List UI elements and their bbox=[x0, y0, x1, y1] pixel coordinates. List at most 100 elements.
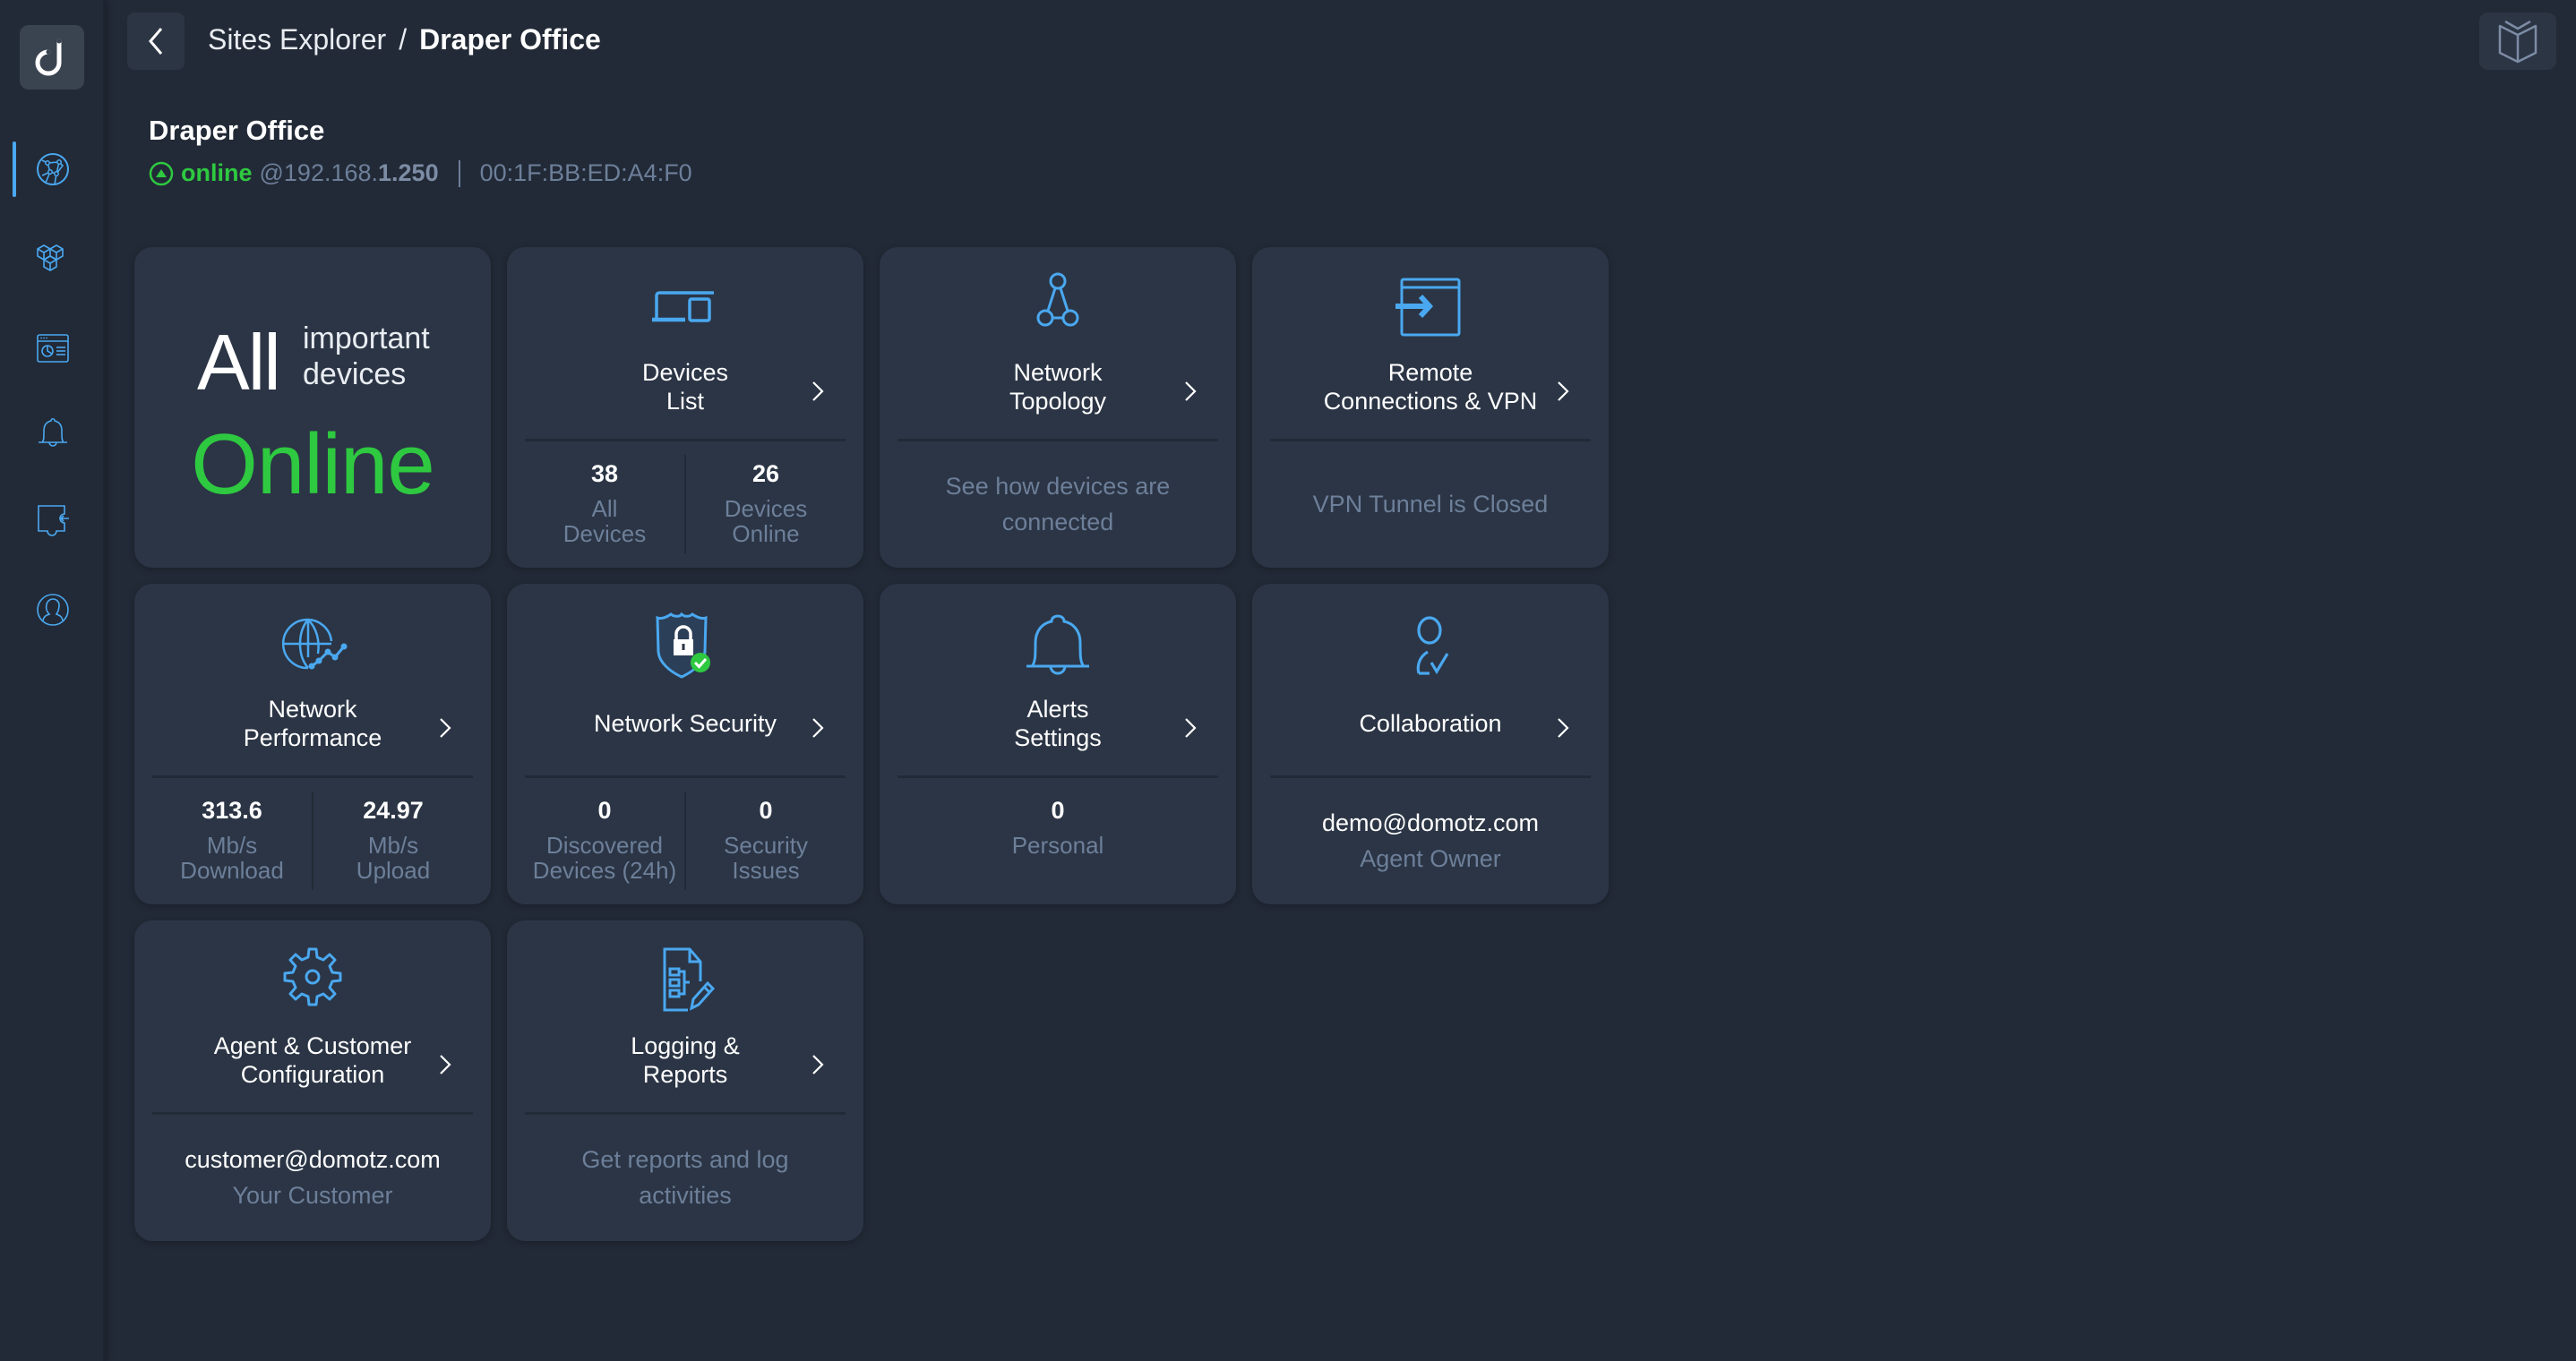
ip-prefix: @192.168. bbox=[259, 159, 379, 186]
user-account-icon bbox=[37, 594, 69, 626]
chevron-left-icon bbox=[149, 28, 163, 55]
card-title: Alerts Settings bbox=[1014, 696, 1102, 751]
customer-email: customer@domotz.com bbox=[185, 1146, 441, 1173]
card-title: Network Security bbox=[593, 710, 777, 737]
network-performance-card[interactable]: Network Performance 313.6 Mb/s Download … bbox=[134, 584, 491, 904]
chevron-right-icon bbox=[1558, 718, 1569, 738]
card-footer: VPN Tunnel is Closed bbox=[1270, 455, 1591, 553]
integration-plugin-icon bbox=[38, 505, 69, 536]
dashboard-report-icon bbox=[37, 334, 69, 363]
network-globe-icon bbox=[37, 153, 69, 185]
stat-label: Personal bbox=[1011, 832, 1104, 859]
user-check-icon bbox=[1416, 616, 1449, 675]
icon-wrap bbox=[507, 267, 863, 347]
hero-subtitle: important devices bbox=[303, 321, 430, 391]
card-footer: Get reports and log activities bbox=[525, 1128, 846, 1227]
sidebar-item-account[interactable] bbox=[0, 578, 106, 641]
network-topology-card[interactable]: Network Topology See how devices are con… bbox=[880, 247, 1236, 568]
icon-wrap bbox=[507, 603, 863, 684]
stats: 0 Personal bbox=[897, 792, 1218, 890]
icon-wrap bbox=[134, 603, 491, 684]
domotz-logo[interactable] bbox=[20, 25, 84, 90]
stat-label: Mb/s Download bbox=[180, 832, 284, 884]
devices-list-card[interactable]: Devices List 38 All Devices 26 Devices O… bbox=[507, 247, 863, 568]
stats: 38 All Devices 26 Devices Online bbox=[525, 455, 846, 553]
ip-address: @192.168.1.250 bbox=[260, 159, 439, 187]
mac-address: 00:1F:BB:ED:A4:F0 bbox=[479, 159, 692, 186]
card-title: Devices List bbox=[641, 359, 729, 415]
devices-icon bbox=[652, 291, 714, 322]
chevron-right-icon bbox=[812, 1055, 824, 1074]
collaboration-card[interactable]: Collaboration demo@domotz.com Agent Owne… bbox=[1252, 584, 1609, 904]
bell-icon bbox=[1026, 614, 1089, 675]
stats: 0 Discovered Devices (24h) 0 Security Is… bbox=[525, 792, 846, 890]
chevron-right-icon bbox=[440, 1055, 451, 1074]
remote-connection-icon bbox=[1395, 278, 1461, 337]
stat-discovered-devices: 0 Discovered Devices (24h) bbox=[525, 792, 684, 890]
remote-connections-vpn-card[interactable]: Remote Connections & VPN VPN Tunnel is C… bbox=[1252, 247, 1609, 568]
report-edit-icon bbox=[663, 947, 716, 1012]
cubes-icon bbox=[37, 244, 64, 271]
shield-lock-icon bbox=[656, 612, 710, 679]
hero-all: All bbox=[197, 318, 281, 407]
card-title: Remote Connections & VPN bbox=[1323, 359, 1538, 415]
stat-label: All Devices bbox=[562, 495, 647, 547]
stat-all-devices: 38 All Devices bbox=[525, 455, 684, 553]
customer-role: Your Customer bbox=[232, 1182, 393, 1209]
online-status-icon bbox=[149, 161, 174, 185]
stat-label: Mb/s Upload bbox=[356, 832, 431, 884]
icon-wrap bbox=[880, 603, 1236, 684]
chevron-right-icon bbox=[812, 718, 824, 738]
icon-wrap bbox=[507, 940, 863, 1021]
vpn-status-text: VPN Tunnel is Closed bbox=[1312, 491, 1549, 518]
agent-customer-configuration-card[interactable]: Agent & Customer Configuration customer@… bbox=[134, 920, 491, 1241]
chevron-right-icon bbox=[440, 718, 451, 738]
owner-email: demo@domotz.com bbox=[1322, 809, 1539, 836]
stat-devices-online: 26 Devices Online bbox=[684, 455, 846, 553]
sidebar-item-inventory[interactable] bbox=[0, 227, 106, 290]
stat-value: 0 bbox=[597, 797, 612, 824]
footer-text: See how devices are connected bbox=[945, 473, 1171, 535]
chevron-right-icon bbox=[812, 381, 824, 401]
divider bbox=[152, 775, 473, 778]
icon-wrap bbox=[134, 940, 491, 1021]
site-status: online @192.168.1.250 00:1F:BB:ED:A4:F0 bbox=[149, 159, 692, 187]
logging-reports-card[interactable]: Logging & Reports Get reports and log ac… bbox=[507, 920, 863, 1241]
stat-value: 313.6 bbox=[202, 797, 262, 824]
stat-value: 0 bbox=[1051, 797, 1065, 824]
icon-wrap bbox=[1252, 603, 1609, 684]
card-footer: See how devices are connected bbox=[897, 455, 1218, 553]
bell-icon bbox=[39, 417, 67, 447]
sidebar-item-sites[interactable] bbox=[0, 138, 106, 201]
divider bbox=[1270, 775, 1591, 778]
divider bbox=[525, 1112, 846, 1115]
chevron-right-icon bbox=[1185, 718, 1197, 738]
sidebar-item-integrations[interactable] bbox=[0, 489, 106, 552]
divider bbox=[152, 1112, 473, 1115]
stat-value: 24.97 bbox=[363, 797, 424, 824]
sidebar-item-reports[interactable] bbox=[0, 317, 106, 380]
stat-label: Security Issues bbox=[724, 832, 808, 884]
sidebar-item-alerts[interactable] bbox=[0, 399, 106, 462]
card-title: Network Topology bbox=[1009, 359, 1107, 415]
icon-wrap bbox=[880, 267, 1236, 347]
all-devices-online-card: All important devices Online bbox=[134, 247, 491, 568]
separator bbox=[458, 159, 460, 187]
stat-value: 0 bbox=[759, 797, 773, 824]
alerts-settings-card[interactable]: Alerts Settings 0 Personal bbox=[880, 584, 1236, 904]
logo-icon bbox=[35, 39, 62, 76]
topology-icon bbox=[1036, 272, 1079, 327]
stat-upload: 24.97 Mb/s Upload bbox=[312, 792, 473, 890]
breadcrumb: Sites Explorer / Draper Office bbox=[208, 23, 601, 56]
gear-icon bbox=[283, 947, 342, 1006]
network-security-card[interactable]: Network Security 0 Discovered Devices (2… bbox=[507, 584, 863, 904]
stat-download: 313.6 Mb/s Download bbox=[152, 792, 312, 890]
help-docs-button[interactable] bbox=[2479, 13, 2556, 70]
status-text: online bbox=[181, 159, 253, 186]
back-button[interactable] bbox=[127, 13, 185, 70]
card-title: Network Performance bbox=[243, 696, 382, 751]
stat-value: 38 bbox=[590, 460, 619, 487]
globe-performance-icon bbox=[281, 618, 348, 670]
breadcrumb-parent[interactable]: Sites Explorer bbox=[208, 23, 386, 56]
stats: 313.6 Mb/s Download 24.97 Mb/s Upload bbox=[152, 792, 473, 890]
